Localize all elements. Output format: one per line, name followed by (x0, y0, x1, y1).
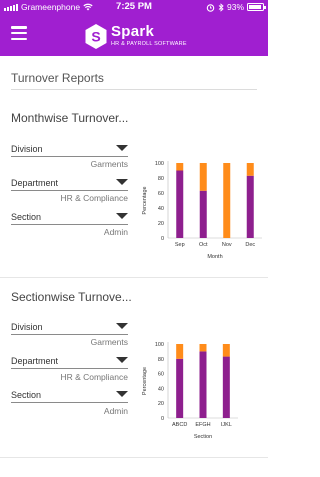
bar-segment (199, 351, 207, 418)
app-logo: S Spark HR & PAYROLL SOFTWARE (84, 21, 187, 51)
y-tick-label: 40 (158, 386, 164, 392)
brand-name: Spark (111, 23, 155, 40)
division-label: Division (11, 322, 43, 332)
x-tick-label: IJKL (221, 422, 232, 428)
x-axis-title: Section (194, 434, 212, 440)
y-tick-label: 40 (158, 206, 164, 212)
y-tick-label: 20 (158, 401, 164, 407)
monthwise-chart-svg: 0 20 40 60 80 100 Sep Oct Nov Dec Month Percentage (142, 161, 262, 260)
y-tick-label: 0 (161, 416, 164, 422)
x-tick-label: EFGH (195, 422, 210, 428)
y-tick-label: 20 (158, 221, 164, 227)
chevron-down-icon[interactable] (116, 357, 128, 363)
sectionwise-card-title: Sectionwise Turnove... (11, 290, 132, 304)
bar-segment (222, 356, 230, 418)
department-label: Department (11, 178, 59, 188)
bar-segment (199, 163, 207, 191)
x-axis-title: Month (207, 254, 222, 260)
bar-segment (176, 170, 184, 238)
y-tick-label: 100 (155, 342, 164, 348)
y-axis-title: Percentage (142, 186, 148, 214)
dropdown-underline (11, 368, 128, 369)
bar-segment (176, 163, 184, 171)
x-tick-label: Dec (245, 242, 255, 248)
chevron-down-icon[interactable] (116, 213, 128, 219)
brand-tagline: HR & PAYROLL SOFTWARE (111, 41, 187, 47)
monthwise-card-title: Monthwise Turnover... (11, 111, 129, 125)
bar-segment (222, 344, 230, 357)
title-divider (11, 89, 257, 90)
spark-logo-icon: S (85, 23, 107, 49)
section-divider (0, 457, 268, 458)
status-bar: Grameenphone 7:25 PM 93% (0, 0, 268, 14)
sectionwise-chart-svg: 0 20 40 60 80 100 ABCD EFGH IJKL Section Percentag… (142, 342, 238, 440)
section-label: Section (11, 390, 42, 400)
monthwise-turnover-chart: 0 20 40 60 80 100 Sep Oct Nov Dec Month Percentage (138, 153, 262, 265)
dropdown-underline (11, 402, 128, 403)
section-value: Admin (103, 406, 128, 416)
department-value: HR & Compliance (60, 193, 128, 203)
page-title: Turnover Reports (11, 71, 104, 85)
status-right: 93% (206, 2, 266, 12)
chevron-down-icon[interactable] (116, 391, 128, 397)
y-tick-label: 60 (158, 372, 164, 378)
bar-segment (176, 358, 184, 418)
alarm-icon (206, 3, 215, 12)
y-tick-label: 0 (161, 236, 164, 242)
bluetooth-icon (218, 2, 224, 12)
x-tick-label: ABCD (172, 422, 187, 428)
department-value: HR & Compliance (60, 372, 128, 382)
battery-icon (247, 3, 266, 11)
dropdown-underline (11, 190, 128, 191)
chevron-down-icon[interactable] (116, 145, 128, 151)
dropdown-underline (11, 224, 128, 225)
sectionwise-turnover-chart: 0 20 40 60 80 100 ABCD EFGH IJKL Section Percentag… (138, 334, 262, 446)
bar-segment (246, 163, 254, 176)
bar-segment (176, 344, 184, 359)
section-value: Admin (103, 227, 128, 237)
bar-segment (246, 175, 254, 238)
division-value: Garments (90, 337, 128, 347)
section-divider (0, 277, 268, 278)
chevron-down-icon[interactable] (116, 179, 128, 185)
division-label: Division (11, 144, 43, 154)
app-header: S Spark HR & PAYROLL SOFTWARE (0, 14, 268, 56)
y-axis-title: Percentage (142, 367, 148, 395)
x-tick-label: Sep (175, 242, 185, 248)
bar-segment (199, 190, 207, 238)
battery-percent: 93% (226, 2, 244, 12)
x-tick-label: Oct (199, 242, 208, 248)
bar-segment (199, 344, 207, 352)
dropdown-underline (11, 156, 128, 157)
y-tick-label: 80 (158, 357, 164, 363)
y-tick-label: 80 (158, 176, 164, 182)
menu-icon[interactable] (11, 26, 27, 40)
dropdown-underline (11, 334, 128, 335)
department-label: Department (11, 356, 59, 366)
x-tick-label: Nov (222, 242, 232, 248)
chevron-down-icon[interactable] (116, 323, 128, 329)
y-tick-label: 60 (158, 191, 164, 197)
svg-text:S: S (91, 28, 100, 44)
division-value: Garments (90, 159, 128, 169)
y-tick-label: 100 (155, 161, 164, 167)
bar-segment (223, 163, 231, 238)
section-label: Section (11, 212, 42, 222)
